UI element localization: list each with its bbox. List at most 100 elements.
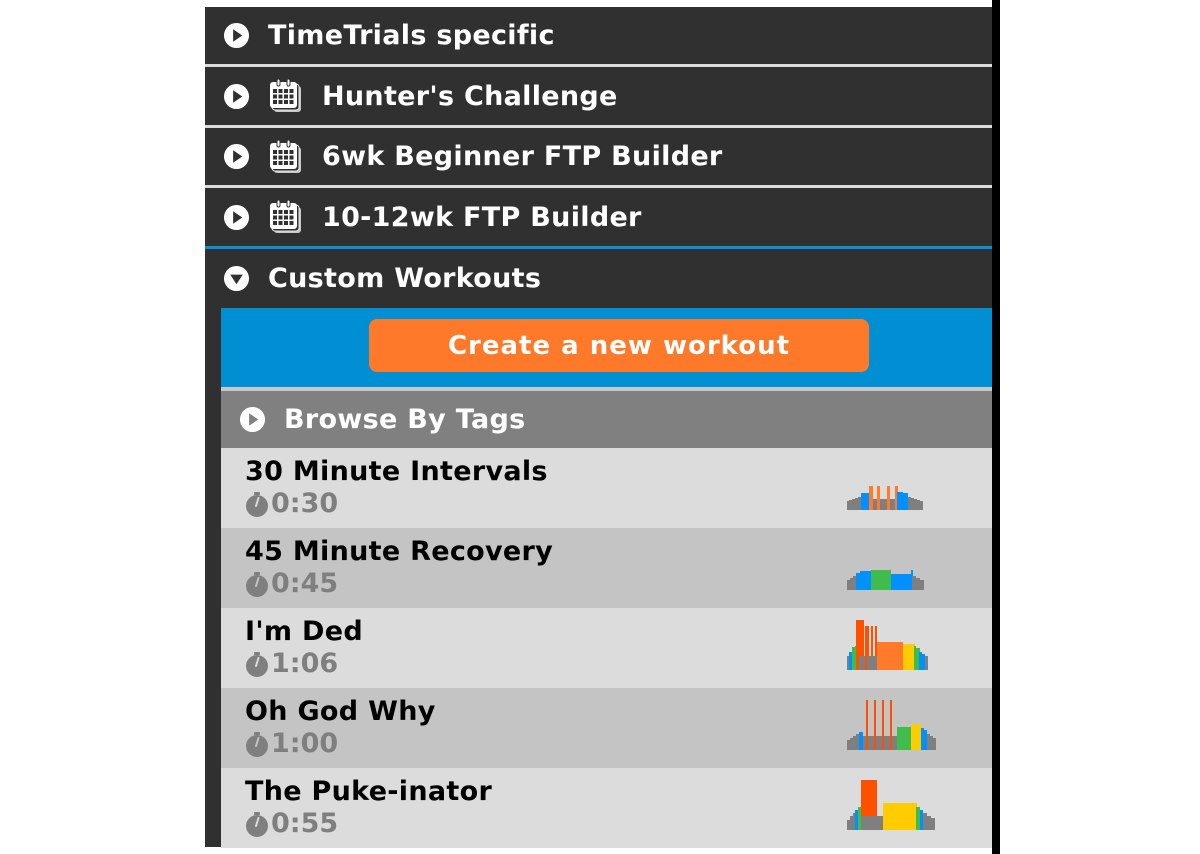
workout-profile-graph (847, 620, 928, 670)
profile-interval-bar (903, 493, 908, 510)
profile-interval-bar (914, 646, 916, 670)
profile-interval-bar (890, 700, 892, 750)
profile-interval-bar (858, 807, 861, 830)
profile-interval-bar (927, 734, 930, 750)
profile-interval-bar (920, 580, 924, 590)
profile-interval-bar (882, 700, 884, 750)
browse-by-tags-toggle[interactable]: Browse By Tags (221, 391, 992, 448)
profile-interval-bar (852, 647, 855, 670)
profile-interval-bar (853, 736, 856, 750)
play-circle-icon (223, 83, 250, 109)
profile-interval-bar (903, 804, 916, 830)
calendar-plan-icon (270, 139, 301, 173)
profile-interval-bar (908, 497, 911, 510)
workout-duration: 1:06 (245, 648, 338, 679)
workout-list-panel: TimeTrials specific Hunter's Challenge 6… (205, 7, 992, 848)
profile-interval-bar (922, 654, 925, 670)
profile-interval-bar (871, 570, 891, 590)
profile-interval-bar (925, 656, 928, 670)
profile-interval-bar (927, 816, 931, 830)
calendar-plan-icon (270, 78, 301, 112)
section-label: Custom Workouts (268, 263, 542, 294)
profile-interval-bar (920, 810, 923, 830)
profile-interval-bar (850, 816, 853, 830)
profile-interval-bar (912, 576, 916, 590)
profile-interval-bar (847, 740, 850, 750)
workout-profile-graph (847, 700, 936, 750)
stopwatch-icon (246, 731, 268, 757)
profile-interval-bar (847, 580, 850, 590)
workout-profile-graph (847, 486, 923, 510)
create-new-workout-button[interactable]: Create a new workout (369, 319, 869, 372)
profile-interval-bar (860, 571, 872, 590)
profile-interval-bar (850, 738, 853, 750)
profile-interval-bar (861, 816, 883, 830)
section-label: Hunter's Challenge (322, 80, 618, 112)
section-10-12wk-ftp-builder[interactable]: 10-12wk FTP Builder (205, 188, 992, 246)
profile-interval-bar (877, 642, 903, 670)
duration-text: 0:45 (271, 568, 339, 599)
profile-interval-bar (916, 807, 920, 830)
profile-interval-bar (930, 736, 933, 750)
create-workout-bar: Create a new workout (221, 308, 992, 387)
workout-name: 45 Minute Recovery (245, 536, 554, 567)
stopwatch-icon (246, 811, 268, 837)
profile-interval-bar (869, 486, 873, 510)
play-circle-icon (223, 143, 250, 170)
workout-row[interactable]: The Puke-inator 0:55 (221, 768, 992, 848)
profile-interval-bar (866, 700, 868, 750)
section-label: 10-12wk FTP Builder (322, 201, 642, 233)
profile-interval-bar (911, 498, 914, 510)
profile-interval-bar (903, 644, 915, 670)
play-circle-icon (239, 406, 266, 433)
profile-interval-bar (858, 497, 861, 510)
workout-duration: 1:00 (245, 728, 338, 759)
workout-name: The Puke-inator (245, 776, 493, 807)
profile-interval-bar (859, 732, 863, 750)
workout-row[interactable]: I'm Ded 1:06 (221, 608, 992, 688)
workout-duration: 0:45 (245, 568, 338, 599)
profile-interval-bar (891, 574, 911, 590)
workout-row[interactable]: 30 Minute Intervals 0:30 (221, 448, 992, 528)
profile-interval-bar (847, 501, 849, 510)
browse-by-tags-label: Browse By Tags (284, 404, 526, 435)
stopwatch-icon (246, 651, 268, 677)
profile-interval-bar (850, 578, 853, 590)
duration-text: 0:55 (271, 808, 339, 839)
profile-interval-bar (897, 727, 911, 750)
profile-interval-bar (861, 493, 869, 510)
profile-interval-bar (855, 498, 858, 510)
workout-name: Oh God Why (245, 696, 436, 727)
profile-interval-bar (849, 500, 852, 510)
workout-row[interactable]: Oh God Why 1:00 (221, 688, 992, 768)
profile-interval-bar (855, 810, 858, 830)
profile-interval-bar (877, 486, 880, 510)
profile-interval-bar (914, 499, 917, 510)
profile-interval-bar (919, 652, 922, 670)
duration-text: 1:00 (271, 728, 339, 759)
section-custom-workouts[interactable]: Custom Workouts (205, 249, 992, 308)
stopwatch-icon (246, 571, 268, 597)
workout-duration: 0:30 (245, 488, 338, 519)
workout-row[interactable]: 45 Minute Recovery 0:45 (221, 528, 992, 608)
profile-interval-bar (847, 820, 850, 830)
section-6wk-beginner-ftp-builder[interactable]: 6wk Beginner FTP Builder (205, 128, 992, 185)
section-hunters-challenge[interactable]: Hunter's Challenge (205, 67, 992, 125)
workout-profile-graph (847, 780, 935, 830)
profile-interval-bar (897, 492, 903, 510)
profile-interval-bar (917, 500, 920, 510)
section-timetrials-specific[interactable]: TimeTrials specific (205, 7, 992, 64)
section-label: 6wk Beginner FTP Builder (322, 141, 723, 172)
profile-interval-bar (920, 501, 923, 510)
play-circle-icon (223, 204, 250, 230)
profile-interval-bar (853, 576, 856, 590)
play-circle-icon (223, 22, 250, 49)
profile-interval-bar (852, 499, 855, 510)
workout-duration: 0:55 (245, 808, 338, 839)
profile-interval-bar (923, 813, 927, 830)
duration-text: 1:06 (271, 648, 339, 679)
profile-interval-bar (921, 728, 924, 750)
chevron-down-circle-icon (223, 265, 250, 292)
workout-name: I'm Ded (245, 616, 363, 647)
profile-interval-bar (911, 724, 921, 750)
